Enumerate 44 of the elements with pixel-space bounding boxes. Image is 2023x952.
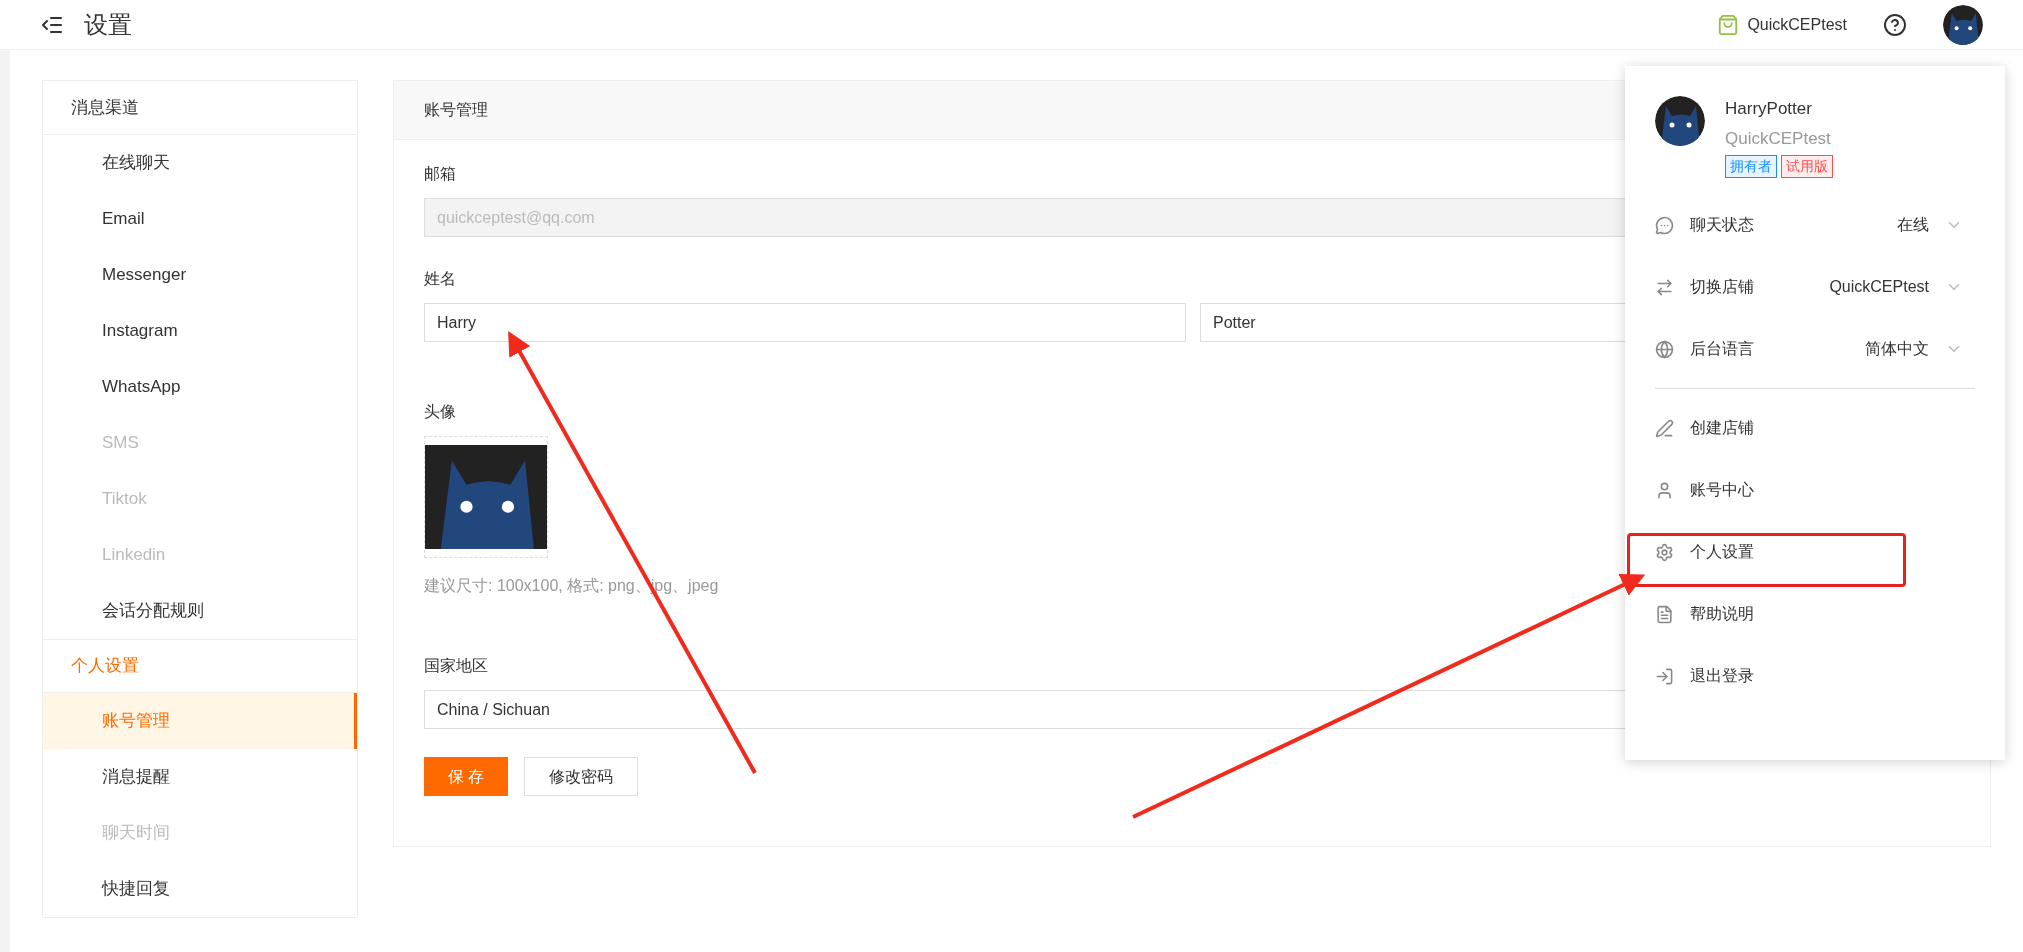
menu-item[interactable]: 个人设置 (1655, 521, 1975, 583)
setting-label: 后台语言 (1690, 339, 1755, 359)
sidebar-item[interactable]: Email (43, 191, 357, 247)
sidebar-item[interactable]: 在线聊天 (43, 135, 357, 191)
user-name: HarryPotter (1725, 98, 1813, 120)
menu-item[interactable]: 创建店铺 (1655, 397, 1975, 459)
sidebar-item[interactable]: Instagram (43, 303, 357, 359)
field-label: 国家地区 (424, 656, 488, 676)
avatar (1943, 4, 1983, 45)
role-tag: 试用版 (1781, 155, 1833, 178)
user-icon (1655, 480, 1674, 500)
store-name[interactable]: QuickCEPtest (1747, 12, 1847, 37)
store-name: QuickCEPtest (1725, 127, 1832, 150)
setting-value: QuickCEPtest (1829, 277, 1929, 297)
sidebar-item[interactable]: 会话分配规则 (43, 583, 357, 639)
setting-value: 在线 (1897, 215, 1929, 235)
setting-label: 切换店铺 (1690, 277, 1755, 297)
first-name-field[interactable]: Harry (424, 303, 1186, 342)
page-title: 设置 (84, 9, 132, 40)
document-icon (1655, 604, 1674, 624)
change-password-button[interactable]: 修改密码 (524, 757, 639, 796)
pen-icon (1655, 418, 1674, 438)
settings-icon (1655, 542, 1674, 562)
globe-icon (1655, 339, 1674, 359)
setting-value: 简体中文 (1865, 339, 1929, 359)
sidebar-section-heading[interactable]: 消息渠道 (43, 81, 357, 135)
help-icon[interactable] (1883, 12, 1907, 37)
logout-icon (1655, 666, 1674, 686)
menu-item[interactable]: 帮助说明 (1655, 583, 1975, 645)
shopping-bag-icon (1717, 13, 1740, 36)
field-label: 姓名 (424, 269, 456, 289)
user-avatar (1655, 96, 1705, 146)
swap-arrows-icon (1655, 277, 1674, 297)
role-tag: 拥有者 (1725, 155, 1777, 178)
sidebar-item[interactable]: WhatsApp (43, 359, 357, 415)
setting-label: 聊天状态 (1690, 215, 1755, 235)
panel-title: 账号管理 (424, 100, 488, 120)
chat-bubble-icon (1655, 215, 1674, 235)
field-label: 头像 (424, 402, 456, 422)
field-label: 邮箱 (424, 164, 456, 184)
sidebar-item[interactable]: 快捷回复 (43, 861, 357, 917)
sidebar-item[interactable]: Messenger (43, 247, 357, 303)
menu-item[interactable]: 账号中心 (1655, 459, 1975, 521)
sidebar-item[interactable]: 消息提醒 (43, 749, 357, 805)
